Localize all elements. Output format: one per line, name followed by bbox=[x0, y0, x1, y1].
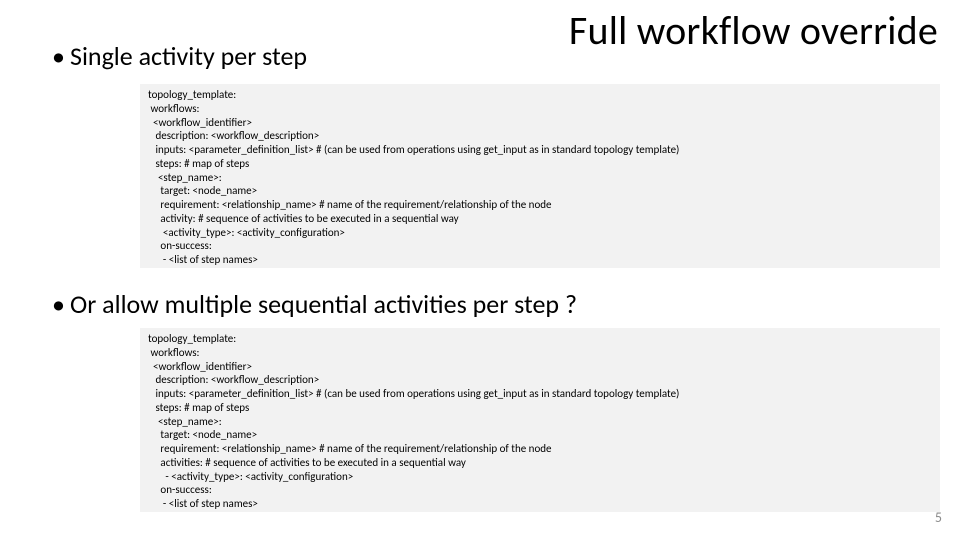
code-block-single: topology_template: workflows: <workflow_… bbox=[140, 84, 940, 268]
slide-title: Full workflow override bbox=[569, 6, 938, 55]
bullet-single-activity: Single activity per step bbox=[70, 40, 307, 72]
page-number: 5 bbox=[935, 509, 942, 526]
code-block-multiple: topology_template: workflows: <workflow_… bbox=[140, 328, 940, 512]
bullet-multiple-activities: Or allow multiple sequential activities … bbox=[70, 288, 577, 320]
slide: Full workflow override Single activity p… bbox=[0, 0, 960, 540]
